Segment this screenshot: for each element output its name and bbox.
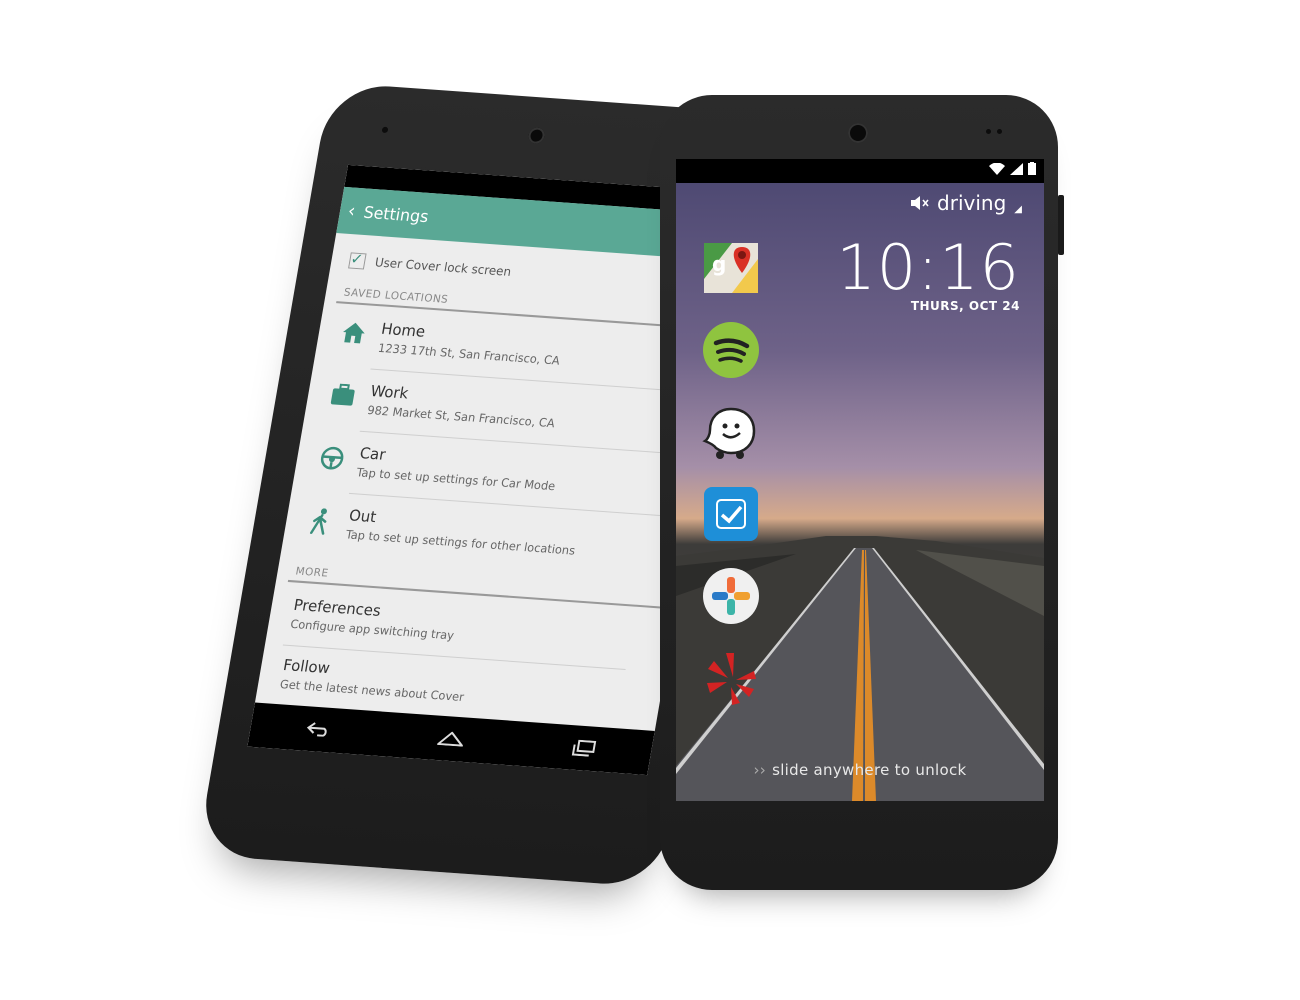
checkbox-label: User Cover lock screen: [373, 255, 513, 279]
location-subtitle: 1233 17th St, San Francisco, CA: [376, 340, 561, 368]
location-title: Car: [358, 444, 387, 464]
yelp-icon[interactable]: [702, 649, 760, 707]
light-sensor: [997, 129, 1002, 134]
more-title: Follow: [281, 655, 332, 678]
location-title: Out: [347, 506, 378, 527]
muted-speaker-icon: [911, 196, 929, 210]
more-title: Preferences: [292, 595, 383, 620]
location-title: Work: [369, 381, 410, 403]
lock-screen[interactable]: driving ◢ 10:16 THURS, OCT 24 g ›› slide…: [676, 159, 1044, 801]
briefcase-icon: [328, 383, 358, 411]
home-icon: [338, 321, 368, 349]
dropdown-triangle-icon: ◢: [1014, 204, 1022, 215]
location-subtitle: 982 Market St, San Francisco, CA: [366, 402, 556, 431]
tasks-icon[interactable]: [702, 485, 760, 543]
section-header-more: MORE: [294, 565, 330, 580]
status-bar: [676, 159, 1044, 183]
more-subtitle: Configure app switching tray: [289, 616, 456, 643]
signal-icon: [1010, 162, 1023, 175]
clock-date: THURS, OCT 24: [910, 299, 1020, 313]
spotify-icon[interactable]: [702, 321, 760, 379]
battery-icon: [1028, 162, 1036, 175]
proximity-sensor: [986, 129, 991, 134]
double-chevron-right-icon: ››: [753, 761, 767, 779]
tunein-icon[interactable]: [702, 567, 760, 625]
earpiece-speaker: [527, 127, 546, 145]
steering-wheel-icon: [317, 445, 347, 473]
home-icon[interactable]: [429, 725, 473, 752]
svg-text:g: g: [712, 252, 726, 276]
mode-indicator[interactable]: driving ◢: [911, 191, 1022, 215]
recent-apps-icon[interactable]: [563, 735, 607, 762]
location-subtitle: Tap to set up settings for Car Mode: [355, 465, 557, 494]
back-icon[interactable]: [296, 716, 340, 743]
walking-person-icon: [306, 507, 336, 535]
wifi-icon: [989, 162, 1005, 175]
chevron-left-icon[interactable]: ‹: [346, 200, 357, 222]
power-button: [1058, 195, 1064, 255]
waze-icon[interactable]: [702, 403, 760, 461]
front-camera: [381, 126, 389, 134]
earpiece-speaker: [848, 123, 868, 143]
more-subtitle: Get the latest news about Cover: [278, 676, 466, 705]
unlock-label: slide anywhere to unlock: [772, 761, 967, 779]
location-title: Home: [379, 319, 427, 341]
maps-icon[interactable]: g: [702, 239, 760, 297]
location-subtitle: Tap to set up settings for other locatio…: [344, 527, 577, 558]
clock-time: 10:16: [836, 231, 1020, 304]
cover-lockscreen-toggle[interactable]: User Cover lock screen: [348, 252, 512, 280]
checkbox-checked-icon[interactable]: [348, 252, 367, 270]
mode-label: driving: [937, 191, 1007, 215]
right-phone: driving ◢ 10:16 THURS, OCT 24 g ›› slide…: [660, 95, 1064, 890]
unlock-hint[interactable]: ›› slide anywhere to unlock: [676, 761, 1044, 779]
page-title: Settings: [362, 202, 431, 227]
